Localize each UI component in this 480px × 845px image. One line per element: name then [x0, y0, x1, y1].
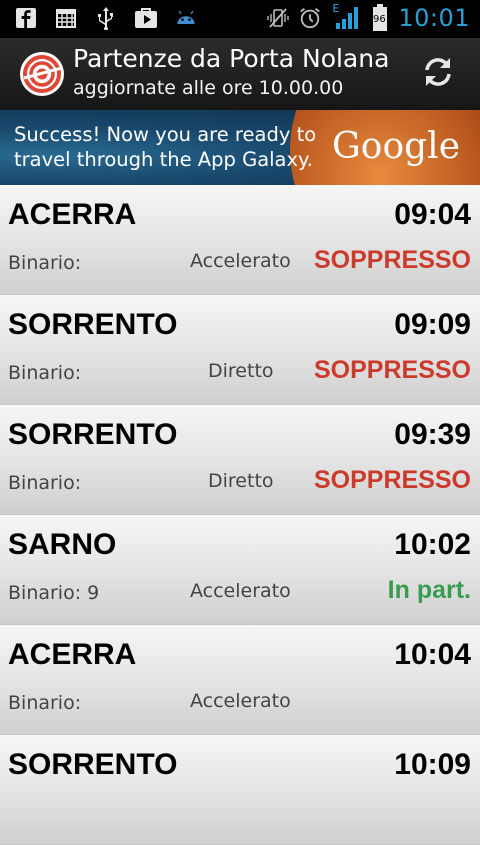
network-type-label: E	[332, 2, 340, 15]
destination: SORRENTO	[8, 308, 178, 341]
destination: SORRENTO	[8, 748, 178, 781]
battery-icon: 96	[370, 4, 390, 31]
ad-line-1: Success! Now you are ready to	[14, 123, 317, 146]
platform: Binario:	[8, 472, 82, 494]
status-badge: SOPPRESSO	[314, 466, 471, 494]
departure-row[interactable]: SORRENTO 09:39 Binario: Diretto SOPPRESS…	[0, 405, 480, 515]
status-badge: SOPPRESSO	[314, 246, 471, 274]
status-bar: E 96 10:01	[0, 0, 480, 38]
action-bar: Partenze da Porta Nolana aggiornate alle…	[0, 38, 480, 110]
departure-row[interactable]: ACERRA 10:04 Binario: Accelerato	[0, 625, 480, 735]
departure-row[interactable]: SARNO 10:02 Binario: 9 Accelerato In par…	[0, 515, 480, 625]
destination: ACERRA	[8, 198, 137, 231]
platform: Binario:	[8, 362, 82, 384]
destination: SORRENTO	[8, 418, 178, 451]
system-icons: E 96 10:01	[266, 2, 470, 32]
departure-time: 10:02	[394, 528, 471, 561]
refresh-button[interactable]	[418, 54, 458, 94]
departure-row[interactable]: SORRENTO 10:09	[0, 735, 480, 845]
ad-message: Success! Now you are ready to travel thr…	[14, 122, 316, 172]
eav-logo-icon[interactable]	[20, 52, 64, 96]
page-title: Partenze da Porta Nolana	[73, 44, 390, 73]
departure-time: 09:39	[394, 418, 471, 451]
clock: 10:01	[398, 4, 470, 32]
departure-row[interactable]: ACERRA 09:04 Binario: Accelerato SOPPRES…	[0, 185, 480, 295]
status-badge: SOPPRESSO	[314, 356, 471, 384]
platform: Binario:	[8, 252, 82, 274]
android-debug-icon	[174, 6, 198, 30]
vibrate-icon	[266, 6, 290, 30]
departure-time: 09:09	[394, 308, 471, 341]
play-store-icon	[134, 6, 158, 30]
departure-time: 09:04	[394, 198, 471, 231]
last-update-label: aggiornate alle ore 10.00.00	[73, 77, 344, 99]
battery-level: 96	[372, 14, 386, 25]
calendar-icon	[54, 6, 78, 30]
departures-list: ACERRA 09:04 Binario: Accelerato SOPPRES…	[0, 185, 480, 845]
train-type: Accelerato	[190, 580, 291, 602]
refresh-icon	[419, 53, 457, 95]
departure-time: 10:09	[394, 748, 471, 781]
train-type: Diretto	[208, 470, 274, 492]
usb-icon	[94, 6, 118, 30]
destination: SARNO	[8, 528, 117, 561]
facebook-icon	[14, 6, 38, 30]
departure-row[interactable]: SORRENTO 09:09 Binario: Diretto SOPPRESS…	[0, 295, 480, 405]
destination: ACERRA	[8, 638, 137, 671]
train-type: Accelerato	[190, 690, 291, 712]
ad-banner[interactable]: Success! Now you are ready to travel thr…	[0, 110, 480, 185]
platform: Binario:	[8, 692, 82, 714]
alarm-icon	[298, 6, 322, 30]
platform: Binario: 9	[8, 582, 100, 604]
train-type: Diretto	[208, 360, 274, 382]
status-badge: In part.	[387, 576, 471, 604]
signal-icon: E	[330, 2, 362, 30]
notification-icons	[14, 6, 198, 30]
departure-time: 10:04	[394, 638, 471, 671]
train-type: Accelerato	[190, 250, 291, 272]
ad-line-2: travel through the App Galaxy.	[14, 148, 314, 171]
ad-brand-logo: Google	[332, 126, 460, 167]
